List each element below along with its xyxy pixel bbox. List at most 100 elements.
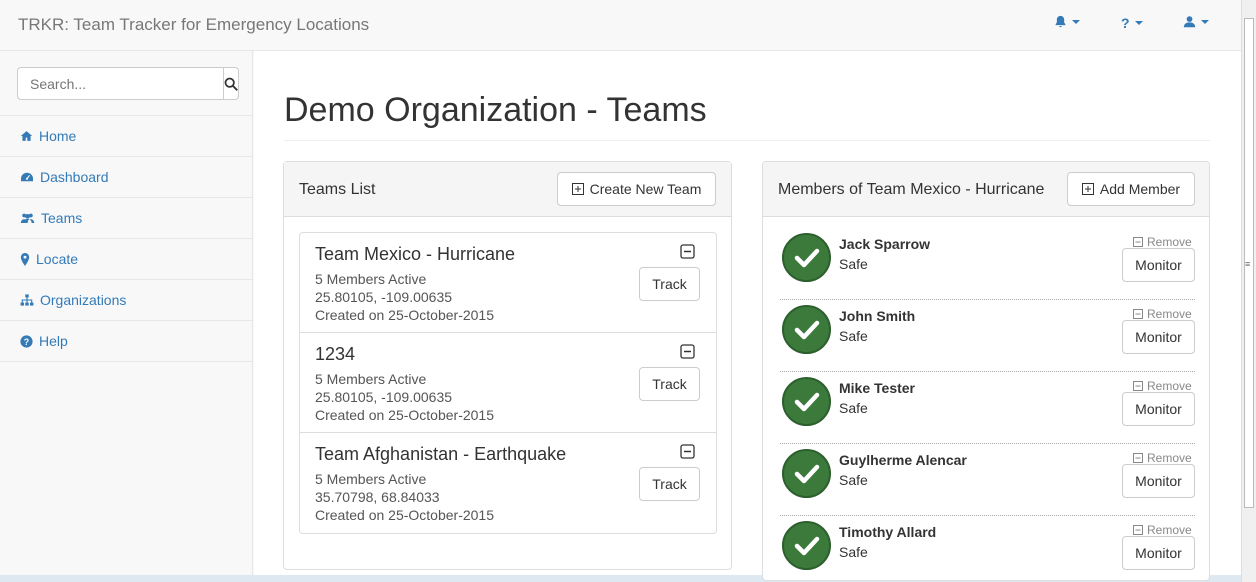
help-dropdown[interactable]: ? [1121, 15, 1143, 31]
check-icon [794, 464, 819, 483]
user-icon [1183, 16, 1196, 28]
plus-square-icon [1081, 183, 1094, 195]
track-button[interactable]: Track [639, 267, 700, 301]
caret-icon [1201, 19, 1209, 24]
member-status: Safe [839, 400, 868, 416]
minus-square-icon[interactable] [680, 444, 695, 459]
team-meta: 5 Members Active 25.80105, -109.00635 Cr… [315, 270, 494, 324]
team-name: 1234 [315, 344, 356, 364]
app-title[interactable]: TRKR: Team Tracker for Emergency Locatio… [18, 15, 369, 35]
list-item: John Smith Safe Remove Monitor [780, 300, 1195, 372]
search-group [17, 67, 239, 100]
monitor-button[interactable]: Monitor [1122, 464, 1195, 498]
sidebar-item-label: Dashboard [40, 169, 109, 185]
user-dropdown[interactable] [1183, 15, 1209, 28]
sidebar-item-label: Help [39, 333, 68, 349]
list-item[interactable]: Team Mexico - Hurricane 5 Members Active… [300, 233, 716, 333]
monitor-button[interactable]: Monitor [1122, 536, 1195, 570]
members-panel: Members of Team Mexico - Hurricane Add M… [762, 161, 1210, 581]
remove-member-link[interactable]: Remove [1133, 451, 1192, 465]
member-name: John Smith [839, 308, 916, 324]
safe-status-icon [782, 449, 831, 498]
sidebar-item-home[interactable]: Home [0, 116, 252, 157]
sidebar-item-teams[interactable]: Teams [0, 198, 252, 239]
minus-square-icon[interactable] [680, 344, 695, 359]
sidebar-item-locate[interactable]: Locate [0, 239, 252, 280]
safe-status-icon [782, 305, 831, 354]
check-icon [794, 248, 819, 267]
sidebar-item-help[interactable]: ? Help [0, 321, 252, 362]
teams-panel: Teams List Create New Team Team Mexico -… [283, 161, 732, 570]
top-navbar: TRKR: Team Tracker for Emergency Locatio… [0, 0, 1241, 51]
member-name: Mike Tester [839, 380, 915, 396]
teams-panel-title: Teams List [299, 181, 376, 198]
help-icon: ? [20, 334, 33, 348]
grip-icon: ≡ [1245, 259, 1251, 269]
member-name: Timothy Allard [839, 524, 937, 540]
team-members-count: 5 Members Active [315, 271, 427, 287]
remove-label: Remove [1147, 235, 1192, 249]
minus-square-icon [1133, 453, 1143, 463]
track-button[interactable]: Track [639, 467, 700, 501]
safe-status-icon [782, 233, 831, 282]
members-panel-title: Members of Team Mexico - Hurricane [778, 181, 1045, 198]
check-icon [794, 392, 819, 411]
page-title: Demo Organization - Teams [284, 91, 707, 129]
safe-status-icon [782, 521, 831, 570]
team-meta: 5 Members Active 35.70798, 68.84033 Crea… [315, 470, 494, 524]
dashboard-icon [21, 172, 33, 182]
list-item[interactable]: Team Afghanistan - Earthquake 5 Members … [300, 433, 716, 533]
main-content: Demo Organization - Teams Teams List Cre… [254, 51, 1241, 581]
member-status: Safe [839, 328, 868, 344]
notifications-dropdown[interactable] [1054, 15, 1080, 28]
team-name: Team Mexico - Hurricane [315, 244, 516, 264]
remove-member-link[interactable]: Remove [1133, 379, 1192, 393]
minus-square-icon [1133, 381, 1143, 391]
team-coordinates: 35.70798, 68.84033 [315, 489, 440, 505]
plus-square-icon [571, 183, 584, 195]
list-item: Timothy Allard Safe Remove Monitor [780, 516, 1195, 580]
list-item: Mike Tester Safe Remove Monitor [780, 372, 1195, 444]
sitemap-icon [20, 294, 34, 306]
team-name: Team Afghanistan - Earthquake [315, 444, 567, 464]
sidebar-item-label: Home [39, 128, 77, 144]
sidebar-nav: Home Dashboard Teams Locate Organization… [0, 115, 252, 362]
bell-icon [1055, 15, 1066, 28]
minus-square-icon [1133, 525, 1143, 535]
minus-square-icon [1133, 309, 1143, 319]
team-coordinates: 25.80105, -109.00635 [315, 389, 453, 405]
member-name: Guylherme Alencar [839, 452, 967, 468]
page-scrollbar[interactable] [1241, 0, 1256, 582]
team-created-date: Created on 25-October-2015 [315, 407, 494, 423]
search-button[interactable] [224, 67, 239, 100]
remove-member-link[interactable]: Remove [1133, 523, 1192, 537]
sidebar-item-organizations[interactable]: Organizations [0, 280, 252, 321]
remove-member-link[interactable]: Remove [1133, 307, 1192, 321]
team-coordinates: 25.80105, -109.00635 [315, 289, 453, 305]
member-status: Safe [839, 544, 868, 560]
monitor-button[interactable]: Monitor [1122, 392, 1195, 426]
sidebar-item-dashboard[interactable]: Dashboard [0, 157, 252, 198]
search-input[interactable] [17, 67, 224, 100]
remove-label: Remove [1147, 379, 1192, 393]
team-created-date: Created on 25-October-2015 [315, 307, 494, 323]
create-team-button[interactable]: Create New Team [557, 172, 716, 206]
question-icon: ? [1121, 15, 1130, 31]
team-members-count: 5 Members Active [315, 371, 427, 387]
monitor-button[interactable]: Monitor [1122, 248, 1195, 282]
sidebar-item-label: Locate [36, 251, 79, 267]
minus-square-icon[interactable] [680, 244, 695, 259]
monitor-button[interactable]: Monitor [1122, 320, 1195, 354]
add-member-button[interactable]: Add Member [1067, 172, 1195, 206]
member-status: Safe [839, 472, 868, 488]
remove-label: Remove [1147, 451, 1192, 465]
sidebar: Home Dashboard Teams Locate Organization… [0, 51, 253, 575]
list-item[interactable]: 1234 5 Members Active 25.80105, -109.006… [300, 333, 716, 433]
remove-label: Remove [1147, 307, 1192, 321]
sidebar-item-label: Teams [41, 210, 83, 226]
sidebar-item-label: Organizations [40, 292, 127, 308]
teams-panel-header: Teams List Create New Team [284, 162, 731, 217]
track-button[interactable]: Track [639, 367, 700, 401]
list-item: Jack Sparrow Safe Remove Monitor [780, 228, 1195, 300]
remove-member-link[interactable]: Remove [1133, 235, 1192, 249]
